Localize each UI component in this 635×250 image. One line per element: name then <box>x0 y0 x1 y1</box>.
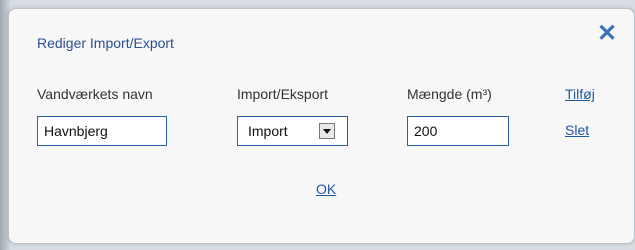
label-waterworks-name: Vandværkets navn <box>37 86 153 102</box>
chevron-down-icon[interactable] <box>319 123 335 139</box>
import-export-select[interactable]: Import <box>237 116 348 146</box>
waterworks-name-input[interactable] <box>37 116 167 146</box>
delete-link[interactable]: Slet <box>565 122 589 138</box>
amount-input[interactable] <box>407 116 509 146</box>
ok-button[interactable]: OK <box>316 181 336 197</box>
label-amount: Mængde (m³) <box>407 86 492 102</box>
edit-import-export-dialog: Rediger Import/Export ✕ Vandværkets navn… <box>8 8 635 244</box>
dialog-title: Rediger Import/Export <box>37 35 174 51</box>
import-export-selected-value: Import <box>248 123 288 139</box>
add-link[interactable]: Tilføj <box>565 86 595 102</box>
label-import-export: Import/Eksport <box>237 86 329 102</box>
close-icon[interactable]: ✕ <box>596 22 618 46</box>
